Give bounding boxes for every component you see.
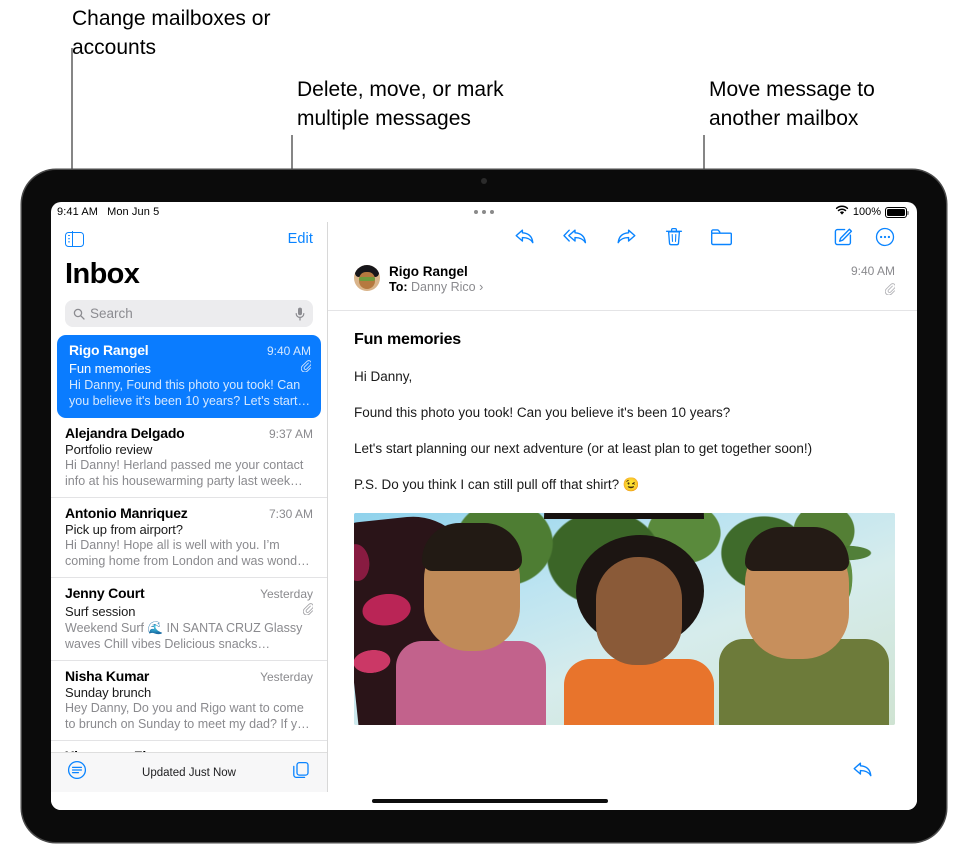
wifi-icon — [835, 205, 849, 219]
filter-icon[interactable] — [67, 760, 87, 785]
trash-icon[interactable] — [665, 227, 683, 251]
status-bar-date: Mon Jun 5 — [107, 206, 160, 218]
message-preview: Weekend Surf 🌊 IN SANTA CRUZ Glassy wave… — [65, 621, 303, 651]
ipad-screen: 9:41 AM Mon Jun 5 100% Edit Inbox Search… — [51, 202, 917, 810]
multitasking-dots-icon[interactable] — [474, 210, 494, 214]
message-preview: Hi Danny! Hope all is well with you. I’m… — [65, 538, 310, 568]
reply-icon[interactable] — [514, 228, 535, 251]
message-header: Rigo Rangel To: Danny Rico › 9:40 AM — [328, 256, 917, 311]
message-paragraph: Found this photo you took! Can you belie… — [354, 405, 731, 420]
message-recipient[interactable]: To: Danny Rico › — [389, 280, 483, 294]
message-detail-pane: Rigo Rangel To: Danny Rico › 9:40 AM Fun… — [328, 222, 917, 792]
message-subject: Fun memories — [69, 360, 151, 376]
message-preview: Hi Danny, Found this photo you took! Can… — [69, 378, 311, 408]
list-item[interactable]: Xiaomeng Zhong Saturday Summer barbecue … — [51, 741, 327, 752]
sync-status-label: Updated Just Now — [142, 766, 236, 779]
message-paragraph: P.S. Do you think I can still pull off t… — [354, 477, 640, 492]
folder-icon[interactable] — [710, 228, 732, 251]
message-paragraph: Let's start planning our next adventure … — [354, 441, 813, 456]
message-list[interactable]: Rigo Rangel 9:40 AM Fun memories Hi Dann… — [51, 335, 327, 752]
compose-icon[interactable] — [834, 227, 853, 251]
search-icon — [73, 308, 85, 320]
message-sender: Jenny Court — [65, 585, 145, 601]
paperclip-icon — [851, 282, 896, 300]
message-subject: Surf session — [65, 603, 136, 619]
list-item[interactable]: Alejandra Delgado 9:37 AM Portfolio revi… — [51, 418, 327, 498]
search-placeholder: Search — [90, 306, 133, 321]
message-subject: Pick up from airport? — [65, 522, 183, 537]
message-time: Yesterday — [260, 587, 313, 601]
home-indicator[interactable] — [372, 799, 608, 803]
message-sender-name: Rigo Rangel — [389, 264, 468, 279]
status-bar-time: 9:41 AM — [57, 206, 99, 218]
reply-icon[interactable] — [852, 761, 873, 784]
status-bar: 9:41 AM Mon Jun 5 100% — [51, 202, 917, 222]
edit-button[interactable]: Edit — [288, 231, 313, 247]
message-timestamp: 9:40 AM — [850, 264, 895, 278]
to-label: To: — [389, 280, 408, 294]
list-item[interactable]: Antonio Manriquez 7:30 AM Pick up from a… — [51, 498, 327, 578]
battery-icon — [885, 206, 909, 218]
callout-multi-select: Delete, move, or mark multiple messages — [297, 78, 504, 130]
mail-list-bottom-bar: Updated Just Now — [51, 752, 327, 792]
mail-list-pane: Edit Inbox Search Rigo Rangel 9:40 AM Fu… — [51, 222, 328, 792]
message-sender: Antonio Manriquez — [65, 505, 188, 521]
home-indicator-area — [51, 792, 917, 810]
screenshot-root: Change mailboxes or accounts Delete, mov… — [0, 0, 968, 858]
detail-bottom-bar — [328, 752, 917, 792]
list-item[interactable]: Rigo Rangel 9:40 AM Fun memories Hi Dann… — [57, 335, 321, 418]
message-subject: Sunday brunch — [65, 685, 152, 700]
callout-change-mailboxes: Change mailboxes or accounts — [72, 7, 271, 59]
microphone-icon[interactable] — [295, 307, 305, 321]
mail-list-toolbar: Edit — [51, 222, 327, 256]
message-subject: Portfolio review — [65, 442, 153, 457]
message-body: Fun memories Hi Danny, Found this photo … — [328, 311, 917, 752]
detail-toolbar — [328, 222, 917, 256]
new-message-stack-icon[interactable] — [291, 760, 311, 785]
list-item[interactable]: Nisha Kumar Yesterday Sunday brunch Hey … — [51, 661, 327, 741]
avatar[interactable] — [354, 265, 380, 291]
more-circle-icon[interactable] — [875, 227, 895, 252]
message-subject-heading: Fun memories — [354, 331, 461, 348]
callout-move-message: Move message to another mailbox — [709, 78, 875, 130]
message-time: Yesterday — [260, 670, 313, 684]
sidebar-toggle-icon[interactable] — [65, 230, 84, 248]
to-value: Danny Rico — [411, 280, 476, 294]
message-sender: Rigo Rangel — [69, 342, 149, 358]
message-sender: Alejandra Delgado — [65, 425, 185, 441]
page-title: Inbox — [65, 258, 140, 290]
message-photo-attachment[interactable] — [354, 513, 895, 725]
paperclip-icon — [302, 602, 314, 620]
message-sender: Nisha Kumar — [65, 668, 150, 684]
search-input[interactable]: Search — [65, 300, 313, 327]
battery-percent-label: 100% — [852, 206, 881, 218]
message-preview: Hey Danny, Do you and Rigo want to come … — [65, 701, 310, 731]
paperclip-icon — [300, 359, 312, 377]
message-time: 7:30 AM — [268, 507, 313, 521]
message-preview: Hi Danny! Herland passed me your contact… — [65, 458, 304, 488]
message-time: 9:37 AM — [268, 427, 313, 441]
chevron-right-icon: › — [479, 280, 484, 294]
ipad-device-frame: 9:41 AM Mon Jun 5 100% Edit Inbox Search… — [22, 170, 946, 842]
forward-icon[interactable] — [616, 228, 637, 251]
message-time: 9:40 AM — [266, 344, 311, 358]
list-item[interactable]: Jenny Court Yesterday Surf session Weeke… — [51, 578, 327, 661]
reply-all-icon[interactable] — [562, 228, 588, 251]
message-paragraph: Hi Danny, — [354, 369, 413, 384]
